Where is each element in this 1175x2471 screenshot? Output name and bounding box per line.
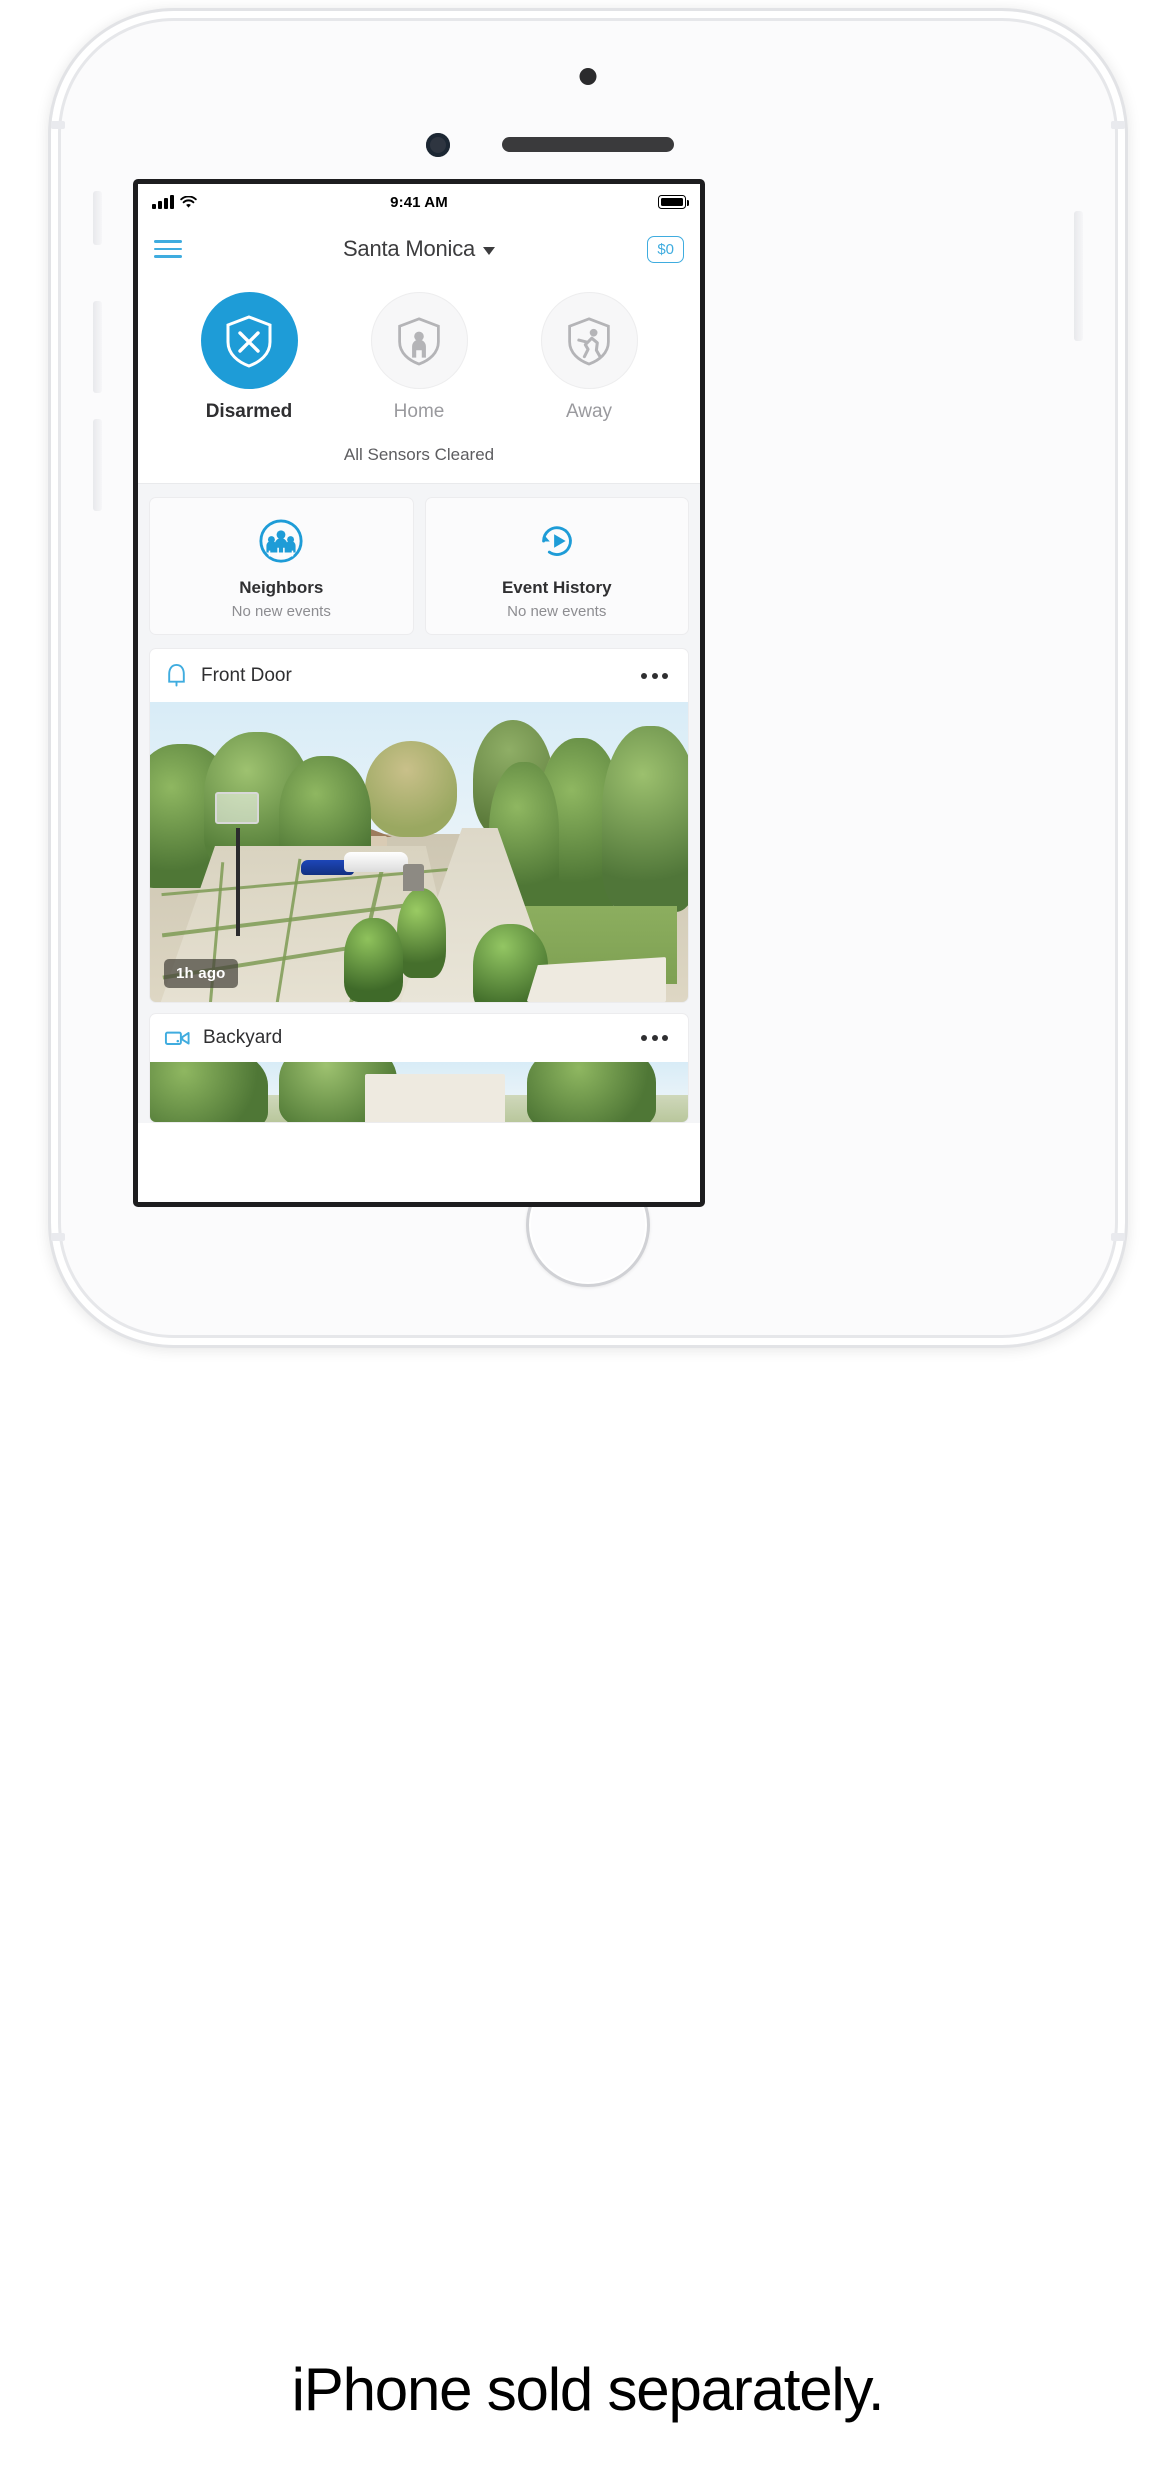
credit-badge[interactable]: $0: [647, 235, 684, 263]
volume-up-button[interactable]: [93, 301, 102, 393]
patio-wall: [365, 1074, 506, 1122]
arm-mode-panel: Disarmed Home Away All Sensors Cleared: [138, 278, 700, 484]
battery-full-icon: [658, 195, 689, 209]
hedge: [601, 726, 688, 912]
status-bar-clock: 9:41 AM: [390, 193, 448, 211]
status-bar: 9:41 AM: [138, 184, 700, 220]
camera-preview-front-door[interactable]: 1h ago: [150, 702, 688, 1002]
arm-mode-label: Disarmed: [205, 401, 293, 422]
more-options-icon[interactable]: [635, 1029, 674, 1047]
device-card-backyard: Backyard: [149, 1013, 689, 1123]
video-camera-icon: [164, 1031, 190, 1045]
arm-mode-disarmed[interactable]: Disarmed: [189, 292, 309, 423]
antenna-line: [1111, 1233, 1125, 1241]
status-bar-right: [658, 195, 689, 209]
mailbox-post: [402, 864, 425, 891]
basketball-hoop-pole: [236, 828, 241, 936]
proximity-sensor: [579, 68, 597, 85]
location-title: Santa Monica: [342, 236, 476, 261]
device-name: Backyard: [203, 1027, 283, 1048]
volume-down-button[interactable]: [93, 419, 102, 511]
preview-timestamp: 1h ago: [164, 959, 238, 988]
screen-bezel: 9:41 AM Santa Monica $0 Disarmed Home Aw…: [133, 179, 705, 1207]
doorbell-bell-icon: [168, 663, 185, 687]
device-header[interactable]: Front Door: [150, 649, 688, 702]
neighbors-card[interactable]: Neighbors No new events: [149, 497, 414, 635]
antenna-line: [1111, 121, 1125, 129]
shield-x-icon: [200, 292, 298, 389]
device-list: Front Door 1h ago Backyard: [138, 648, 700, 1123]
quick-card-subtitle: No new events: [507, 603, 607, 620]
tree: [365, 741, 457, 837]
screenshot-root: 9:41 AM Santa Monica $0 Disarmed Home Aw…: [0, 0, 1175, 2471]
hedge: [526, 1062, 656, 1122]
arm-mode-row: Disarmed Home Away: [138, 292, 700, 423]
quick-card-title: Neighbors: [239, 578, 324, 597]
antenna-line: [51, 1233, 65, 1241]
hamburger-menu-icon[interactable]: [154, 235, 184, 263]
iphone-device: 9:41 AM Santa Monica $0 Disarmed Home Aw…: [48, 8, 1128, 1348]
foreground-plant: [343, 918, 403, 1002]
sensor-status-text: All Sensors Cleared: [343, 445, 495, 464]
more-options-icon[interactable]: [635, 667, 674, 685]
mute-switch[interactable]: [93, 191, 102, 245]
location-selector[interactable]: Santa Monica: [138, 236, 700, 262]
app-nav-bar: Santa Monica $0: [138, 220, 700, 278]
device-name: Front Door: [201, 664, 292, 686]
camera-preview-backyard[interactable]: [150, 1062, 688, 1122]
foreground-plant: [397, 888, 446, 978]
page-caption: iPhone sold separately.: [291, 2356, 885, 2423]
app-screen: 9:41 AM Santa Monica $0 Disarmed Home Aw…: [138, 184, 700, 1202]
shield-person-icon: [370, 292, 468, 389]
event-history-card[interactable]: Event History No new events: [424, 497, 689, 635]
hedge: [150, 1062, 269, 1122]
car-white: [343, 852, 409, 872]
neighbors-group-icon: [156, 516, 407, 566]
basketball-backboard: [214, 792, 259, 824]
arm-mode-label: Away: [565, 401, 613, 422]
arm-mode-label: Home: [393, 401, 445, 422]
device-card-front-door: Front Door 1h ago: [149, 648, 689, 1003]
arm-mode-home[interactable]: Home: [359, 292, 479, 423]
arm-mode-away[interactable]: Away: [529, 292, 649, 423]
quick-card-subtitle: No new events: [231, 603, 331, 620]
caret-down-icon: [483, 246, 496, 255]
antenna-line: [51, 121, 65, 129]
quick-card-title: Event History: [501, 578, 612, 597]
quick-actions-row: Neighbors No new events Event History No…: [138, 484, 700, 648]
power-button[interactable]: [1074, 211, 1083, 341]
front-camera: [426, 133, 450, 157]
device-header[interactable]: Backyard: [150, 1014, 688, 1062]
earpiece-speaker: [502, 137, 674, 152]
shield-running-person-icon: [540, 292, 638, 389]
history-replay-icon: [432, 516, 683, 566]
